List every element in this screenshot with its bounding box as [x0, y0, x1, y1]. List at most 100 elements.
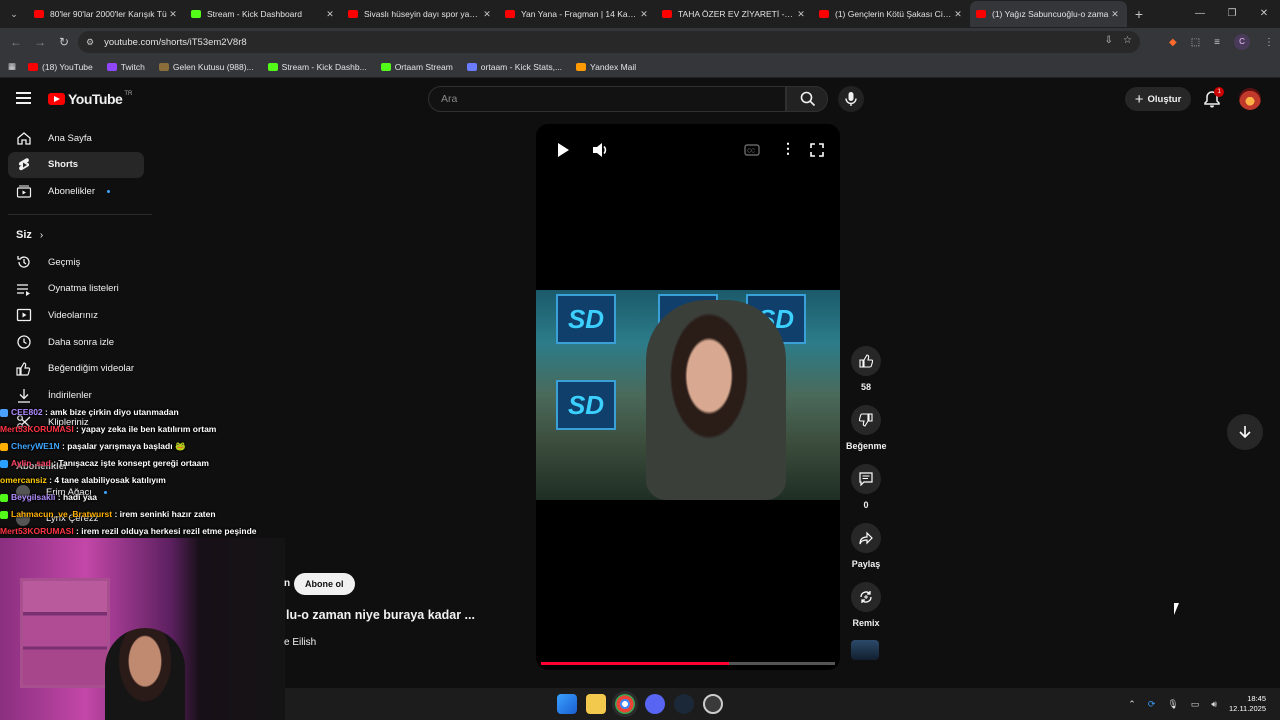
url-field[interactable]: ⚙ youtube.com/shorts/iT53em2V8r8 ⇩ ☆ [78, 31, 1140, 53]
browser-tab[interactable]: Sivaslı hüseyin dayı spor yapıyo ✕ [342, 1, 499, 27]
profile-avatar[interactable]: C [1234, 34, 1250, 50]
audio-track-thumbnail[interactable] [851, 640, 879, 660]
reload-icon[interactable]: ↻ [52, 35, 76, 49]
install-app-icon[interactable]: ⇩ [1105, 35, 1113, 46]
menu-icon[interactable] [16, 92, 31, 104]
comments-button[interactable]: 0 [846, 464, 886, 510]
close-tab-icon[interactable]: ✕ [638, 9, 650, 20]
browser-tab[interactable]: 80'ler 90'lar 2000'ler Karışık Tü ✕ [28, 1, 185, 27]
close-tab-icon[interactable]: ✕ [167, 9, 179, 20]
sidebar-item-label: Geçmiş [48, 256, 81, 268]
tab-search-icon[interactable]: ⌄ [0, 0, 28, 28]
chat-text: 4 tane alabiliyosak katılıyım [54, 475, 166, 485]
browser-menu-icon[interactable]: ⋮ [1264, 37, 1274, 48]
search-input[interactable]: Ara [428, 86, 786, 112]
video-progress-bar[interactable] [541, 662, 835, 665]
browser-tab[interactable]: (1) Gençlerin Kötü Şakası Cinay ✕ [813, 1, 970, 27]
bookmark-item[interactable]: ortaam - Kick Stats,... [466, 62, 562, 72]
forward-icon[interactable]: → [28, 35, 52, 49]
sidebar-item-label: Videolarınız [48, 309, 98, 321]
sidebar-item-playlist[interactable]: Oynatma listeleri [8, 276, 144, 302]
sidebar-item-watch-later[interactable]: Daha sonra izle [8, 329, 144, 355]
dislike-button[interactable]: Beğenme [846, 405, 887, 451]
sidebar-item-your-videos[interactable]: Videolarınız [8, 302, 144, 328]
you-heading-label: Siz [16, 229, 32, 241]
browser-tab[interactable]: Yan Yana - Fragman | 14 Kasım ✕ [499, 1, 656, 27]
clock[interactable]: 18:45 12.11.2025 [1229, 694, 1266, 714]
bookmark-star-icon[interactable]: ☆ [1123, 35, 1132, 46]
fullscreen-icon[interactable] [810, 143, 824, 157]
notifications-button[interactable]: 1 [1202, 87, 1224, 109]
short-title[interactable]: lu-o zaman niye buraya kadar ... [286, 608, 475, 622]
play-icon[interactable] [556, 142, 570, 158]
bookmark-item[interactable]: Yandex Mail [576, 62, 636, 72]
watch-later-icon [17, 335, 31, 349]
close-tab-icon[interactable]: ✕ [1109, 9, 1121, 20]
sidebar-item-liked[interactable]: Beğendiğim videolar [8, 356, 144, 382]
sidebar-item-home[interactable]: Ana Sayfa [8, 125, 144, 151]
video-logo-sd: SD [556, 380, 616, 430]
remix-button[interactable]: Remix [846, 582, 886, 628]
audio-track-name[interactable]: e Eilish [284, 637, 316, 648]
chat-message: CEE802 : amk bize çirkin diyo utanmadan [0, 404, 290, 421]
sync-icon[interactable]: ⟳ [1148, 699, 1156, 710]
media-control-icon[interactable]: ≡ [1214, 37, 1220, 48]
mic-tray-icon[interactable]: 🎙︎ [1167, 699, 1178, 710]
like-button[interactable]: 58 [846, 346, 886, 392]
bookmark-item[interactable]: (18) YouTube [28, 62, 93, 72]
volume-icon[interactable] [592, 142, 610, 158]
speaker-icon[interactable]: 🔊︎ [1211, 699, 1217, 710]
close-tab-icon[interactable]: ✕ [481, 9, 493, 20]
sidebar-item-subscriptions[interactable]: Abonelikler [8, 178, 144, 204]
shorts-player[interactable]: CC ⋮ SD SD SD SD [536, 124, 840, 670]
tray-chevron-icon[interactable]: ⌃ [1128, 699, 1136, 710]
new-tab-button[interactable]: + [1127, 6, 1151, 22]
share-button[interactable]: Paylaş [846, 523, 886, 569]
subscribe-button[interactable]: Abone ol [294, 573, 355, 595]
tab-title: 80'ler 90'lar 2000'ler Karışık Tü [50, 9, 167, 19]
sidebar-item-history[interactable]: Geçmiş [8, 249, 144, 275]
sidebar-item-label: Oynatma listeleri [48, 283, 119, 295]
network-icon[interactable]: ▭ [1191, 699, 1200, 710]
remix-icon [860, 591, 872, 603]
search-button[interactable] [786, 86, 828, 112]
thumbs-up-icon [859, 354, 873, 368]
close-window-icon[interactable]: ✕ [1248, 0, 1280, 28]
back-icon[interactable]: ← [4, 35, 28, 49]
browser-tab[interactable]: TAHA ÖZER EV ZİYARETİ - YouT ✕ [656, 1, 813, 27]
account-avatar[interactable] [1239, 88, 1261, 110]
close-tab-icon[interactable]: ✕ [324, 9, 336, 20]
bookmark-item[interactable]: Twitch [106, 62, 145, 72]
sidebar-item-shorts[interactable]: Shorts [8, 151, 144, 178]
you-section-heading[interactable]: Siz › [16, 229, 43, 241]
extension-icon[interactable]: ◆ [1169, 37, 1177, 48]
bookmark-item[interactable]: Gelen Kutusu (988)... [158, 62, 254, 72]
discord-icon[interactable] [645, 694, 665, 714]
bookmark-item[interactable]: Stream - Kick Dashb... [267, 62, 367, 72]
close-tab-icon[interactable]: ✕ [952, 9, 964, 20]
bookmark-item[interactable]: Ortaam Stream [380, 62, 453, 72]
bookmark-favicon-icon [576, 62, 587, 71]
obs-icon[interactable] [703, 694, 723, 714]
captions-icon[interactable]: CC [744, 144, 760, 156]
extensions-puzzle-icon[interactable]: ⬚ [1191, 37, 1200, 48]
file-explorer-icon[interactable] [586, 694, 606, 714]
apps-grid-icon[interactable]: ▦ [8, 61, 16, 72]
youtube-logo[interactable]: YouTube TR [48, 91, 132, 107]
chrome-icon[interactable] [615, 694, 635, 714]
windows-start-icon[interactable] [557, 694, 577, 714]
create-button[interactable]: + Oluştur [1125, 87, 1191, 111]
tab-title: TAHA ÖZER EV ZİYARETİ - YouT [678, 9, 795, 19]
channel-name-fragment[interactable]: n [284, 578, 290, 589]
steam-icon[interactable] [674, 694, 694, 714]
browser-tab[interactable]: Stream - Kick Dashboard ✕ [185, 1, 342, 27]
next-short-button[interactable] [1227, 414, 1263, 450]
close-tab-icon[interactable]: ✕ [795, 9, 807, 20]
site-info-icon[interactable]: ⚙ [86, 37, 94, 48]
minimize-icon[interactable]: — [1184, 0, 1216, 28]
share-label: Paylaş [851, 559, 881, 569]
more-options-icon[interactable]: ⋮ [781, 140, 795, 157]
browser-tab[interactable]: (1) Yağız Sabuncuoğlu-o zama ✕ [970, 1, 1127, 27]
voice-search-button[interactable] [838, 86, 864, 112]
maximize-icon[interactable]: ❐ [1216, 0, 1248, 28]
